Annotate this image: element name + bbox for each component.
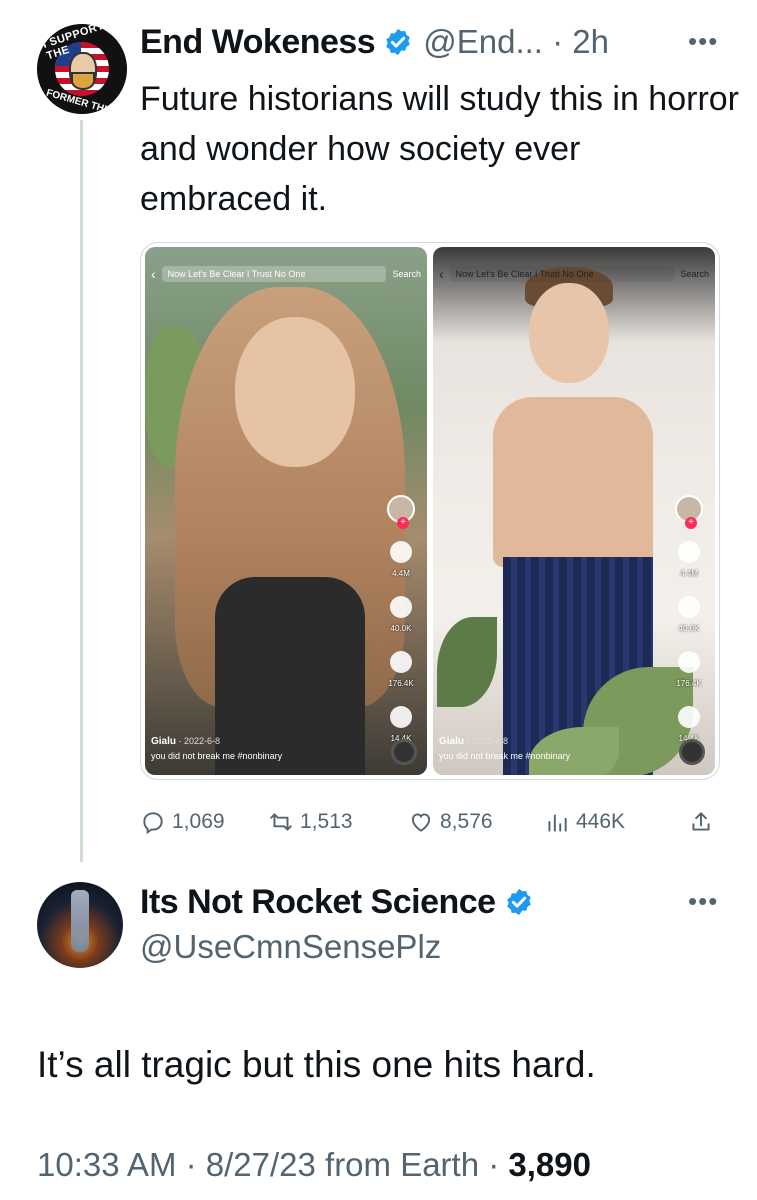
timestamp[interactable]: 10:33 AM · 8/27/23 from Earth · [37,1146,508,1183]
bookmark-icon [678,651,700,673]
tweet-text: Future historians will study this in hor… [140,80,740,218]
like-button[interactable]: 8,576 [408,809,493,835]
like-count: 8,576 [440,810,493,833]
comment-count: 40.0K [390,624,412,633]
display-name[interactable]: Its Not Rocket Science [140,883,496,922]
search-field: Now Let's Be Clear I Trust No One [449,266,675,282]
music-disc-icon [391,739,417,765]
share-arrow-icon [390,706,412,728]
more-horizontal-icon[interactable]: ••• [688,26,718,57]
handle[interactable]: @UseCmnSensePlz [140,928,441,966]
tweet-header: Its Not Rocket Science [140,878,544,926]
music-disc-icon [679,739,705,765]
search-field: Now Let's Be Clear I Trust No One [161,266,387,282]
creator-avatar [675,495,703,529]
back-arrow-icon: ‹ [439,266,444,282]
reply-button[interactable]: 1,069 [140,809,225,835]
handle-and-time[interactable]: @End... · 2h [423,23,609,61]
heart-icon [411,813,431,832]
like-count: 4.4M [392,569,410,578]
save-count: 176.4K [388,679,414,688]
media-image-left[interactable]: ‹ Now Let's Be Clear I Trust No One Sear… [145,247,427,775]
back-arrow-icon: ‹ [151,266,156,282]
reply-count: 1,069 [172,810,225,833]
share-arrow-icon [678,706,700,728]
tweet-text: It’s all tragic but this one hits hard. [37,1044,596,1085]
comment-icon [390,596,412,618]
tiktok-topbar: ‹ Now Let's Be Clear I Trust No One Sear… [439,263,709,285]
share-button[interactable] [688,809,714,835]
heart-icon [390,541,412,563]
heart-icon [678,541,700,563]
views-button[interactable]: 446K [544,809,625,835]
display-name[interactable]: End Wokeness [140,23,376,62]
video-caption: Gialu · 2022-6-8 you did not break me #n… [151,736,283,761]
tiktok-action-rail: 4.4M 40.0K 176.4K 14.4K [671,495,707,743]
retweet-button[interactable]: 1,513 [268,809,353,835]
tweet-action-bar: 1,069 1,513 8,576 446K [140,802,720,842]
tweet-timestamp-meta: 10:33 AM · 8/27/23 from Earth · 3,890 [37,1146,591,1184]
tweet-media[interactable]: ‹ Now Let's Be Clear I Trust No One Sear… [140,242,720,780]
creator-avatar [387,495,415,529]
save-count: 176.4K [676,679,702,688]
retweet-icon [270,813,292,831]
views-bar-chart-icon [548,814,567,832]
retweet-count: 1,513 [300,810,353,833]
avatar[interactable] [37,882,123,968]
view-count: 446K [576,810,626,833]
tweet-header: End Wokeness @End... · 2h [140,18,609,66]
comment-icon [678,596,700,618]
verified-badge-icon [506,888,531,916]
bottle-image [71,890,89,952]
view-count: 3,890 [508,1146,591,1183]
like-count: 4.4M [680,569,698,578]
search-label: Search [680,269,709,279]
bookmark-icon [390,651,412,673]
video-caption: Gialu · 2022-6-8 you did not break me #n… [439,736,571,761]
verified-badge-icon [386,28,410,56]
thread-connector-line [80,120,83,862]
avatar[interactable]: I SUPPORT THE FORMER THING [37,24,127,114]
tiktok-topbar: ‹ Now Let's Be Clear I Trust No One Sear… [151,263,421,285]
share-upload-icon [692,812,710,831]
media-image-right[interactable]: ‹ Now Let's Be Clear I Trust No One Sear… [433,247,715,775]
comment-count: 40.0K [678,624,700,633]
search-label: Search [392,269,421,279]
tiktok-action-rail: 4.4M 40.0K 176.4K 14.4K [383,495,419,743]
more-horizontal-icon[interactable]: ••• [688,886,718,917]
reply-icon [143,812,163,835]
